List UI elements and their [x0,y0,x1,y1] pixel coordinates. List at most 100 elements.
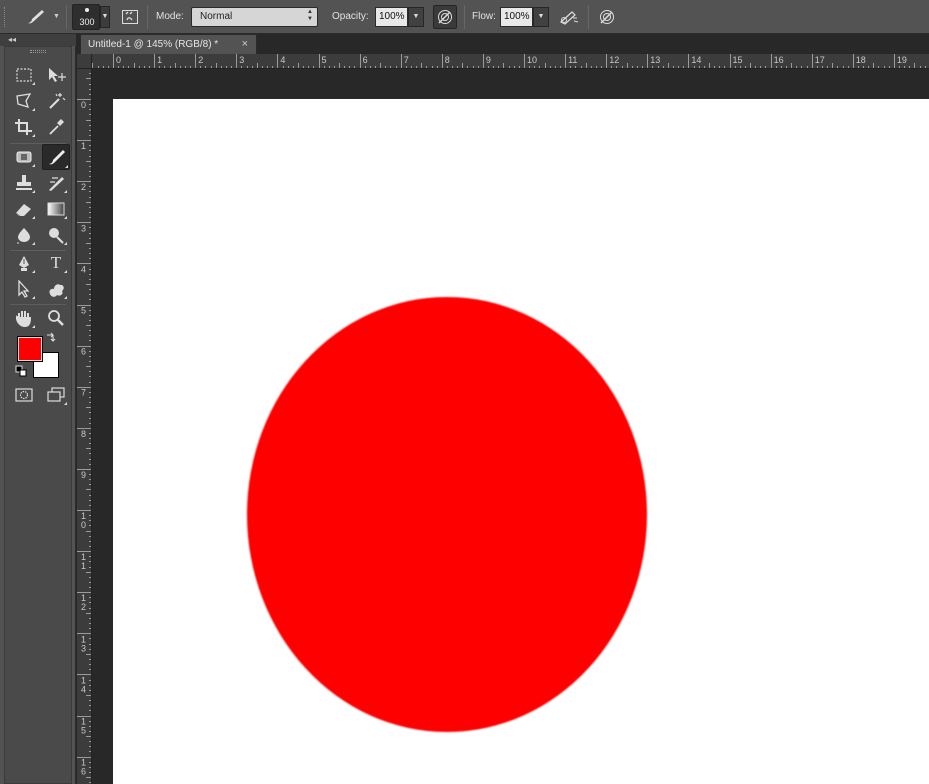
screen-mode-icon [47,387,65,402]
ruler-label: 1 [81,141,86,151]
flow-dropdown-button[interactable]: ▼ [533,7,549,27]
separator [464,5,465,29]
lasso-icon [16,93,32,108]
ruler-label: 4 [280,55,285,65]
opacity-label: Opacity: [332,11,369,22]
ruler-label: 6 [81,347,86,357]
lasso-tool[interactable] [12,90,36,112]
pen-icon [19,256,29,271]
brush-panel-toggle-button[interactable] [119,6,141,28]
brush-size-dropdown-button[interactable]: ▼ [100,6,110,28]
airbrush-button[interactable] [558,6,580,28]
ruler-label: 16 [774,55,784,65]
ruler-label: 7 [404,55,409,65]
ruler-label: 0 [81,520,86,530]
ruler-label: 5 [81,726,86,736]
ruler-label: 6 [81,767,86,777]
ruler-label: 8 [445,55,450,65]
blur-tool[interactable] [12,224,36,246]
history-brush-tool[interactable] [44,172,68,194]
rectangular-marquee-tool[interactable] [12,64,36,86]
horizontal-ruler[interactable]: 0 1 2 3 4 5 6 7 8 9 10 11 12 13 14 15 16 17 18 19 [92,54,929,69]
foreground-color-swatch[interactable] [17,336,43,362]
ruler-label: 4 [81,264,86,274]
screen-mode-button[interactable] [44,384,68,406]
tool-preset-picker[interactable]: ▼ [22,6,62,28]
options-bar-grip[interactable] [4,7,7,27]
eyedropper-icon [49,119,64,135]
mode-label: Mode: [156,11,184,22]
separator [66,5,67,29]
quick-mask-button[interactable] [12,384,36,406]
ruler-label: 8 [81,429,86,439]
dodge-tool[interactable] [44,224,68,246]
brush-panel-icon [122,10,138,24]
separator [147,5,148,29]
spot-healing-tool[interactable] [12,146,36,168]
canvas-area[interactable] [93,70,929,784]
ruler-label: 13 [650,55,660,65]
tools-panel-grip[interactable] [30,50,46,53]
gradient-tool[interactable] [44,198,68,220]
path-selection-icon [18,280,30,298]
dodge-icon [49,228,64,244]
tools-divider [10,304,66,305]
ruler-label: 17 [815,55,825,65]
flow-input[interactable]: 100% [500,7,533,27]
red-circle-brush-stroke [247,297,647,732]
pen-tool[interactable] [12,252,36,274]
ruler-label: 19 [897,55,907,65]
ruler-label: 6 [363,55,368,65]
eyedropper-tool[interactable] [44,116,68,138]
ruler-label: 3 [239,55,244,65]
ruler-label: 10 [527,55,537,65]
document-tab[interactable]: Untitled-1 @ 145% (RGB/8) * × [80,34,257,54]
pressure-opacity-button[interactable] [433,5,457,29]
path-selection-tool[interactable] [12,278,36,300]
hand-tool[interactable] [12,307,36,329]
pen-pressure-icon [438,10,452,24]
brush-size-picker[interactable]: 300 [72,4,100,30]
healing-icon [16,151,32,163]
ruler-origin[interactable] [77,54,92,69]
magic-wand-tool[interactable] [44,90,68,112]
vertical-ruler[interactable]: 012345678910111213141516 [77,69,92,784]
blend-mode-select[interactable]: Normal ▲ ▼ [191,7,318,27]
pressure-size-button[interactable] [596,6,618,28]
type-icon: T [50,253,62,272]
document-canvas[interactable] [113,99,929,784]
stamp-icon [16,175,32,190]
ruler-label: 5 [81,306,86,316]
close-icon[interactable]: × [242,35,248,54]
blend-mode-value: Normal [200,11,233,22]
ruler-label: 12 [609,55,619,65]
opacity-input[interactable]: 100% [375,7,408,27]
zoom-tool[interactable] [44,307,68,329]
ruler-label: 1 [157,55,162,65]
ruler-label: 9 [81,470,86,480]
ruler-label: 2 [81,602,86,612]
ruler-label: 0 [81,100,86,110]
document-tab-bar: Untitled-1 @ 145% (RGB/8) * × [77,34,929,54]
ruler-label: 7 [81,388,86,398]
opacity-dropdown-button[interactable]: ▼ [408,7,424,27]
crop-tool[interactable] [12,116,36,138]
eraser-tool[interactable] [12,198,36,220]
options-bar: ▼ 300 ▼ Mode: Normal ▲ ▼ Opacity: 100% ▼ … [0,0,929,34]
collapse-panel-icon[interactable]: ◂◂ [8,35,16,44]
separator [588,5,589,29]
custom-shape-tool[interactable] [44,278,68,300]
blur-icon [17,228,30,244]
default-colors-button[interactable] [13,364,29,378]
gradient-icon [47,202,65,216]
swap-colors-button[interactable] [44,330,60,344]
marquee-icon [16,68,32,82]
clone-stamp-tool[interactable] [12,172,36,194]
pen-pressure-size-icon [600,10,614,24]
brush-size-value: 300 [79,17,95,27]
move-tool[interactable] [44,64,68,86]
ruler-label: 3 [81,223,86,233]
brush-tool[interactable] [42,144,70,170]
crop-icon [15,119,32,135]
type-tool[interactable]: T [44,252,68,274]
